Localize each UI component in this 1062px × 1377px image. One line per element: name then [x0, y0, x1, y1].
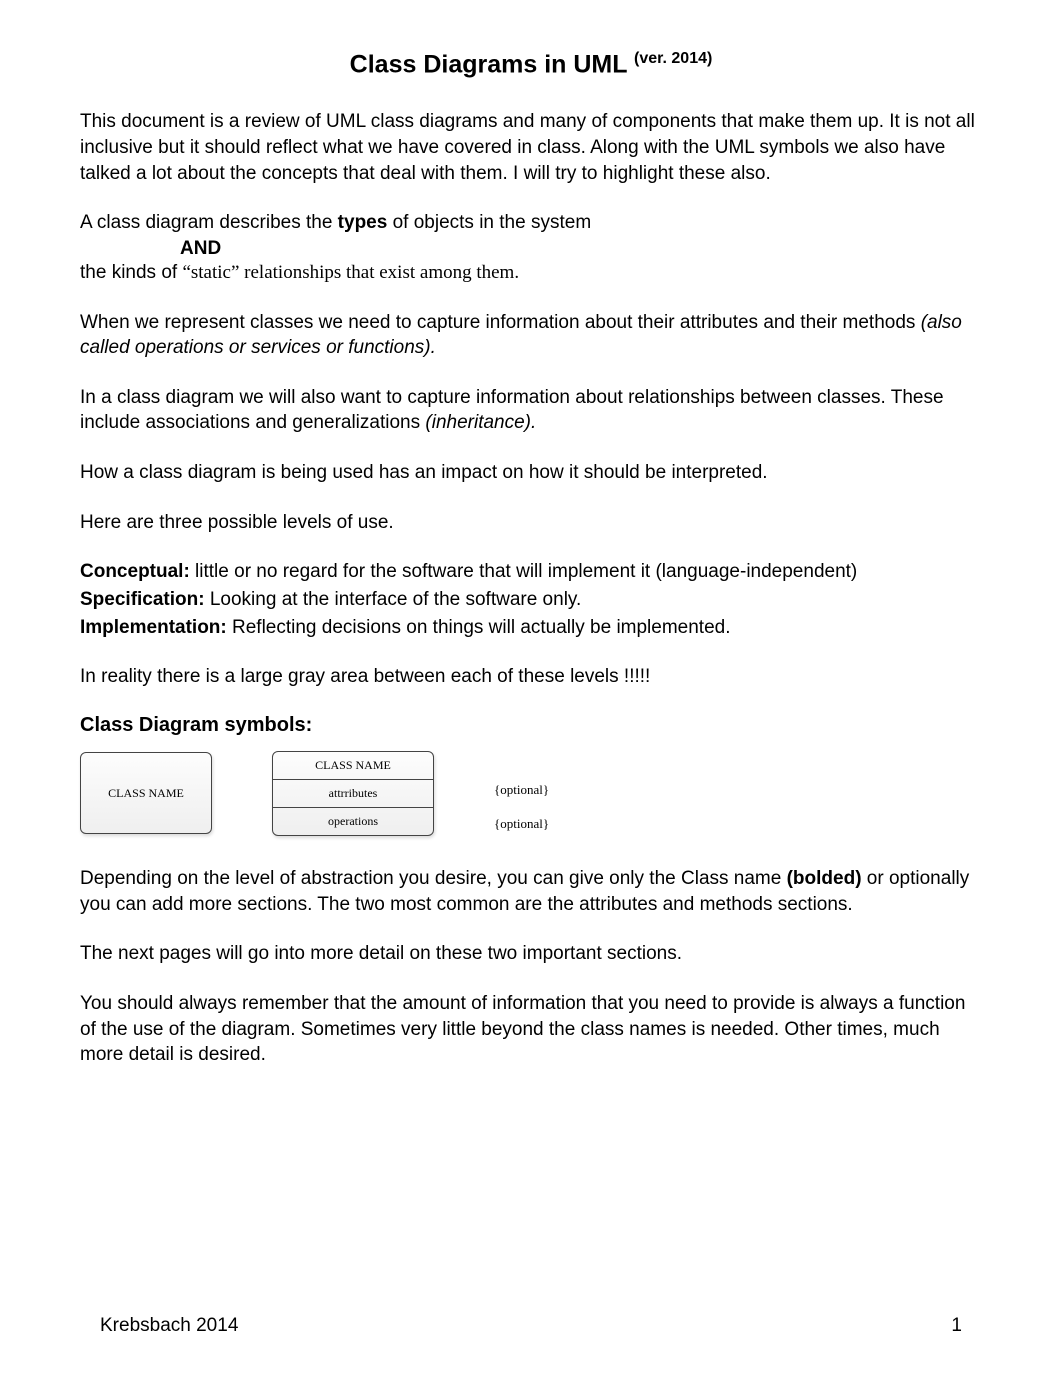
- static-q: “static” relationships that exist among …: [182, 262, 519, 283]
- impl-t: Reflecting decisions on things will actu…: [227, 617, 731, 638]
- remember-block: You should always remember that the amou…: [80, 991, 982, 1068]
- gray-text: In reality there is a large gray area be…: [80, 664, 982, 690]
- simple-box-label: CLASS NAME: [108, 786, 184, 801]
- title-version: (ver. 2014): [634, 50, 712, 67]
- impact-block: How a class diagram is being used has an…: [80, 460, 982, 486]
- document-page: Class Diagrams in UML (ver. 2014) This d…: [0, 0, 1062, 1377]
- next-text: The next pages will go into more detail …: [80, 941, 982, 967]
- spec-t: Looking at the interface of the software…: [205, 589, 582, 610]
- depend-b: (bolded): [787, 868, 862, 889]
- depending-text: Depending on the level of abstraction yo…: [80, 866, 982, 917]
- detailed-attr-sect: attrributes: [273, 779, 433, 807]
- rel-line: In a class diagram we will also want to …: [80, 385, 982, 436]
- detailed-name-sect: CLASS NAME: [273, 752, 433, 779]
- optional-labels: {optional} {optional}: [494, 754, 549, 832]
- levels-intro: Here are three possible levels of use.: [80, 510, 982, 536]
- attributes-block: When we represent classes we need to cap…: [80, 310, 982, 361]
- page-footer: Krebsbach 2014 1: [100, 1315, 962, 1337]
- impl-h: Implementation:: [80, 617, 227, 638]
- levels-intro-block: Here are three possible levels of use.: [80, 510, 982, 536]
- types-b: of objects in the system: [393, 212, 592, 233]
- attr-a: When we represent classes we need to cap…: [80, 312, 921, 333]
- detailed-ops-sect: operations: [273, 807, 433, 835]
- symbols-heading: Class Diagram symbols:: [80, 714, 982, 737]
- types-bold: types: [332, 212, 392, 233]
- depending-block: Depending on the level of abstraction yo…: [80, 866, 982, 917]
- implementation-line: Implementation: Reflecting decisions on …: [80, 615, 982, 641]
- footer-author: Krebsbach 2014: [100, 1315, 238, 1337]
- and-word: AND: [180, 238, 982, 260]
- optional-1: {optional}: [494, 782, 549, 798]
- symbols-row: CLASS NAME CLASS NAME attrributes operat…: [80, 751, 982, 836]
- class-box-detailed: CLASS NAME attrributes operations: [272, 751, 434, 836]
- types-line: A class diagram describes the types of o…: [80, 210, 982, 236]
- conc-h: Conceptual:: [80, 561, 190, 582]
- title-main: Class Diagrams in UML: [350, 50, 627, 78]
- static-line: the kinds of “static” relationships that…: [80, 260, 982, 286]
- impact-text: How a class diagram is being used has an…: [80, 460, 982, 486]
- footer-page-number: 1: [951, 1315, 962, 1337]
- spec-h: Specification:: [80, 589, 205, 610]
- optional-2: {optional}: [494, 816, 549, 832]
- levels-list: Conceptual: little or no regard for the …: [80, 559, 982, 640]
- page-title: Class Diagrams in UML (ver. 2014): [80, 50, 982, 79]
- depend-a: Depending on the level of abstraction yo…: [80, 868, 787, 889]
- types-a: A class diagram describes the: [80, 212, 332, 233]
- specification-line: Specification: Looking at the interface …: [80, 587, 982, 613]
- class-box-simple: CLASS NAME: [80, 752, 212, 834]
- conceptual-line: Conceptual: little or no regard for the …: [80, 559, 982, 585]
- remember-text: You should always remember that the amou…: [80, 991, 982, 1068]
- static-a: the kinds of: [80, 262, 182, 283]
- rel-b: (inheritance).: [425, 412, 536, 433]
- types-block: A class diagram describes the types of o…: [80, 210, 982, 285]
- attr-line: When we represent classes we need to cap…: [80, 310, 982, 361]
- intro-text: This document is a review of UML class d…: [80, 109, 982, 186]
- intro-block: This document is a review of UML class d…: [80, 109, 982, 186]
- conc-t: little or no regard for the software tha…: [190, 561, 857, 582]
- relationships-block: In a class diagram we will also want to …: [80, 385, 982, 436]
- next-pages-block: The next pages will go into more detail …: [80, 941, 982, 967]
- gray-block: In reality there is a large gray area be…: [80, 664, 982, 690]
